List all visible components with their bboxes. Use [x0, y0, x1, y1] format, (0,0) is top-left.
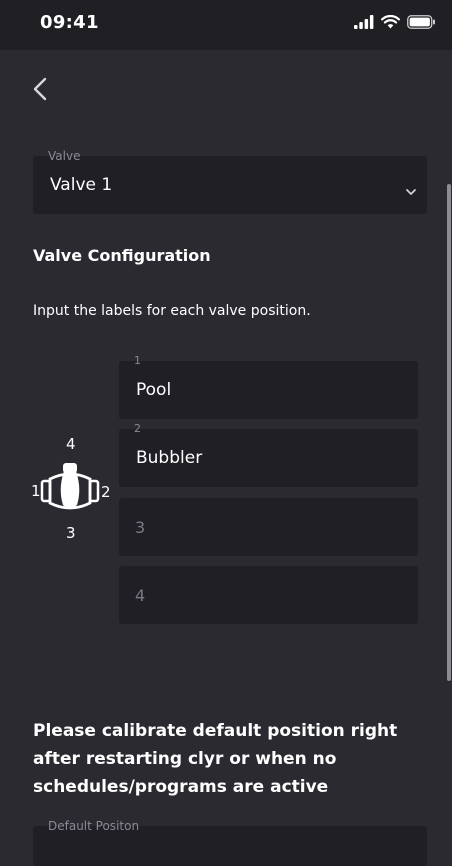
valve-label-bottom: 3 [66, 524, 76, 542]
back-button[interactable] [26, 77, 54, 105]
position-2-value: Bubbler [136, 448, 203, 468]
position-1-label: 1 [134, 354, 141, 367]
battery-icon [407, 14, 436, 33]
calibration-message: Please calibrate default position right … [33, 721, 398, 797]
chevron-left-icon [32, 76, 48, 106]
chevron-down-icon [405, 181, 417, 200]
default-position-label: Default Positon [48, 819, 140, 833]
position-4-field[interactable]: 4 [119, 566, 418, 624]
wifi-icon [381, 14, 400, 33]
valve-label-top: 4 [66, 435, 76, 453]
instruction-text: Input the labels for each valve position… [33, 303, 311, 319]
valve-select-label: Valve [48, 149, 81, 163]
position-3-field[interactable]: 3 [119, 498, 418, 556]
position-2-field[interactable]: 2 Bubbler [119, 422, 418, 487]
valve-diagram: 4 1 2 3 [28, 435, 114, 547]
position-1-field[interactable]: 1 Pool [119, 354, 418, 419]
position-2-label: 2 [134, 422, 141, 435]
valve-config-screen: Valve Valve 1 Valve Configuration Input … [0, 50, 452, 866]
signal-icon [354, 14, 374, 33]
section-title: Valve Configuration [33, 246, 211, 265]
position-4-placeholder: 4 [135, 586, 146, 605]
default-position-select[interactable]: Default Positon [33, 819, 427, 866]
status-time: 09:41 [40, 12, 99, 33]
valve-handle-icon [40, 459, 100, 523]
position-1-value: Pool [136, 380, 172, 400]
position-3-placeholder: 3 [135, 518, 146, 537]
valve-select-value: Valve 1 [50, 175, 113, 195]
status-bar: 09:41 [0, 0, 452, 50]
scrollbar[interactable] [447, 184, 451, 681]
valve-label-right: 2 [101, 483, 111, 501]
status-icons [354, 14, 436, 33]
valve-select[interactable]: Valve Valve 1 [33, 149, 427, 214]
